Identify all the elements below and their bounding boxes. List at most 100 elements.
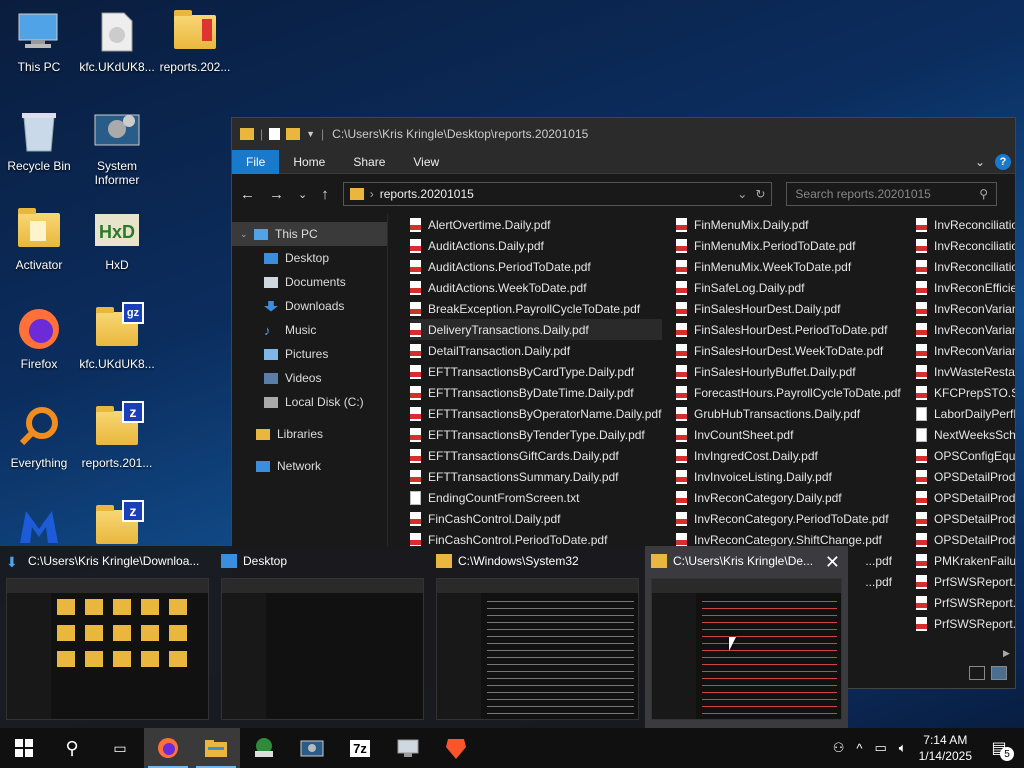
window-thumbnail-system32[interactable]: C:\Windows\System32 xyxy=(430,546,645,728)
file-item[interactable]: FinSalesHourDest.PeriodToDate.pdf xyxy=(676,319,906,340)
taskbar-brave[interactable] xyxy=(432,728,480,768)
address-bar[interactable]: › reports.20201015 ⌄ ↻ xyxy=(342,182,773,206)
nav-item-downloads[interactable]: Downloads xyxy=(232,294,387,318)
help-icon[interactable]: ? xyxy=(995,153,1011,170)
desktop-icon-reports-zip[interactable]: z reports.201... xyxy=(79,401,155,470)
taskbar-7zip[interactable]: 7z xyxy=(336,728,384,768)
search-button[interactable]: ⚲ xyxy=(48,728,96,768)
file-item[interactable]: FinSalesHourlyBuffet.Daily.pdf xyxy=(676,361,906,382)
file-item[interactable]: InvCountSheet.pdf xyxy=(676,424,906,445)
chevron-down-icon[interactable]: ▼ xyxy=(306,129,315,139)
file-item[interactable]: AlertOvertime.Daily.pdf xyxy=(410,214,662,235)
nav-item-music[interactable]: ♪ Music xyxy=(232,318,387,342)
taskbar-system-informer[interactable] xyxy=(288,728,336,768)
taskbar-network-app[interactable] xyxy=(240,728,288,768)
file-item[interactable]: InvReconciliatio xyxy=(916,214,1015,235)
new-folder-icon[interactable] xyxy=(286,128,301,140)
file-item[interactable]: EFTTransactionsSummary.Daily.pdf xyxy=(410,466,662,487)
nav-item-documents[interactable]: Documents xyxy=(232,270,387,294)
file-item[interactable]: FinSalesHourDest.WeekToDate.pdf xyxy=(676,340,906,361)
expand-ribbon-icon[interactable]: ⌄ xyxy=(975,155,985,169)
explorer-title-bar[interactable]: | ▼ | C:\Users\Kris Kringle\Desktop\repo… xyxy=(232,118,1015,150)
nav-item-this-pc[interactable]: ⌄ This PC xyxy=(232,222,387,246)
desktop-icon-hxd[interactable]: HxD HxD xyxy=(79,206,155,272)
file-item[interactable]: FinSafeLog.Daily.pdf xyxy=(676,277,906,298)
action-center-button[interactable]: ▤ 5 xyxy=(984,737,1014,761)
file-item[interactable]: InvReconciliatio xyxy=(916,256,1015,277)
tab-view[interactable]: View xyxy=(399,150,453,174)
breadcrumb-current[interactable]: reports.20201015 xyxy=(380,187,474,201)
file-item[interactable]: InvReconCategory.Daily.pdf xyxy=(676,487,906,508)
file-item[interactable]: FinMenuMix.WeekToDate.pdf xyxy=(676,256,906,277)
file-item[interactable]: NextWeeksSche xyxy=(916,424,1015,445)
file-item[interactable]: OPSDetailProdu xyxy=(916,487,1015,508)
file-item[interactable]: InvWasteRestag xyxy=(916,361,1015,382)
file-item[interactable]: PMKrakenFailur xyxy=(916,550,1015,571)
file-item[interactable]: AuditActions.Daily.pdf xyxy=(410,235,662,256)
file-item[interactable]: InvIngredCost.Daily.pdf xyxy=(676,445,906,466)
desktop-icon-firefox[interactable]: Firefox xyxy=(1,305,77,371)
taskbar-file-explorer[interactable] xyxy=(192,728,240,768)
nav-item-libraries[interactable]: Libraries xyxy=(232,422,387,446)
nav-item-network[interactable]: Network xyxy=(232,454,387,478)
file-item[interactable]: GrubHubTransactions.Daily.pdf xyxy=(676,403,906,424)
file-item[interactable]: InvReconVarianc xyxy=(916,340,1015,361)
taskbar-firefox[interactable] xyxy=(144,728,192,768)
file-item[interactable]: EFTTransactionsByCardType.Daily.pdf xyxy=(410,361,662,382)
file-item[interactable]: ForecastHours.PayrollCycleToDate.pdf xyxy=(676,382,906,403)
desktop-icon-recycle-bin[interactable]: Recycle Bin xyxy=(1,107,77,173)
people-icon[interactable]: ⚇ xyxy=(833,740,845,756)
desktop-icon-system-informer[interactable]: System Informer xyxy=(79,107,155,187)
network-status-icon[interactable]: ▭ xyxy=(875,740,887,756)
forward-arrow-icon[interactable]: → xyxy=(269,186,284,203)
nav-item-desktop[interactable]: Desktop xyxy=(232,246,387,270)
large-icons-view-icon[interactable] xyxy=(991,666,1007,680)
nav-item-pictures[interactable]: Pictures xyxy=(232,342,387,366)
nav-item-videos[interactable]: Videos xyxy=(232,366,387,390)
file-item[interactable]: OPSConfigEquip xyxy=(916,445,1015,466)
desktop-icon-everything[interactable]: Everything xyxy=(1,404,77,470)
desktop-icon-kfc-gz[interactable]: gz kfc.UKdUK8... xyxy=(79,302,155,371)
tab-share[interactable]: Share xyxy=(339,150,399,174)
file-item[interactable]: OPSDetailProdu xyxy=(916,466,1015,487)
file-item[interactable]: AuditActions.PeriodToDate.pdf xyxy=(410,256,662,277)
file-item[interactable]: EndingCountFromScreen.txt xyxy=(410,487,662,508)
file-item[interactable]: FinCashControl.Daily.pdf xyxy=(410,508,662,529)
file-item[interactable]: PrfSWSReport.W xyxy=(916,613,1015,634)
file-item[interactable]: DeliveryTransactions.Daily.pdf xyxy=(410,319,662,340)
details-view-icon[interactable] xyxy=(969,666,985,680)
recent-locations-icon[interactable]: ⌄ xyxy=(298,188,307,201)
file-item[interactable]: LaborDailyPerfD xyxy=(916,403,1015,424)
back-arrow-icon[interactable]: ← xyxy=(240,186,255,203)
tab-home[interactable]: Home xyxy=(279,150,339,174)
file-item[interactable]: InvReconCategory.PeriodToDate.pdf xyxy=(676,508,906,529)
address-dropdown-icon[interactable]: ⌄ xyxy=(737,187,747,201)
refresh-icon[interactable]: ↻ xyxy=(755,187,765,201)
chevron-down-icon[interactable]: ⌄ xyxy=(240,229,254,240)
tab-file[interactable]: File xyxy=(232,149,280,174)
desktop-icon-reports-zip-folder[interactable]: reports.202... xyxy=(157,8,233,74)
window-thumbnail-downloads[interactable]: ⬇ C:\Users\Kris Kringle\Downloa... xyxy=(0,546,215,728)
file-item[interactable]: EFTTransactionsByOperatorName.Daily.pdf xyxy=(410,403,662,424)
file-item[interactable]: EFTTransactionsGiftCards.Daily.pdf xyxy=(410,445,662,466)
file-item[interactable]: OPSDetailProdu xyxy=(916,529,1015,550)
file-item[interactable]: DetailTransaction.Daily.pdf xyxy=(410,340,662,361)
close-icon[interactable]: ✕ xyxy=(825,552,840,573)
desktop-icon-this-pc[interactable]: This PC xyxy=(1,8,77,74)
file-item[interactable]: InvReconciliatio xyxy=(916,235,1015,256)
taskbar-remote-desktop[interactable] xyxy=(384,728,432,768)
file-item[interactable]: InvReconVarianc xyxy=(916,298,1015,319)
file-item[interactable]: InvInvoiceListing.Daily.pdf xyxy=(676,466,906,487)
file-item[interactable]: FinSalesHourDest.Daily.pdf xyxy=(676,298,906,319)
file-item[interactable]: EFTTransactionsByTenderType.Daily.pdf xyxy=(410,424,662,445)
window-thumbnail-desktop[interactable]: Desktop xyxy=(215,546,430,728)
desktop-icon-activator[interactable]: Activator xyxy=(1,206,77,272)
file-item[interactable]: OPSDetailProdu xyxy=(916,508,1015,529)
properties-icon[interactable] xyxy=(269,128,281,140)
volume-icon[interactable]: 🔈︎ xyxy=(899,740,907,756)
file-item[interactable]: PrfSWSReport.D xyxy=(916,571,1015,592)
file-item[interactable]: BreakException.PayrollCycleToDate.pdf xyxy=(410,298,662,319)
clock[interactable]: 7:14 AM 1/14/2025 xyxy=(919,732,972,764)
file-item[interactable]: FinMenuMix.Daily.pdf xyxy=(676,214,906,235)
file-item[interactable]: KFCPrepSTO.Sta xyxy=(916,382,1015,403)
